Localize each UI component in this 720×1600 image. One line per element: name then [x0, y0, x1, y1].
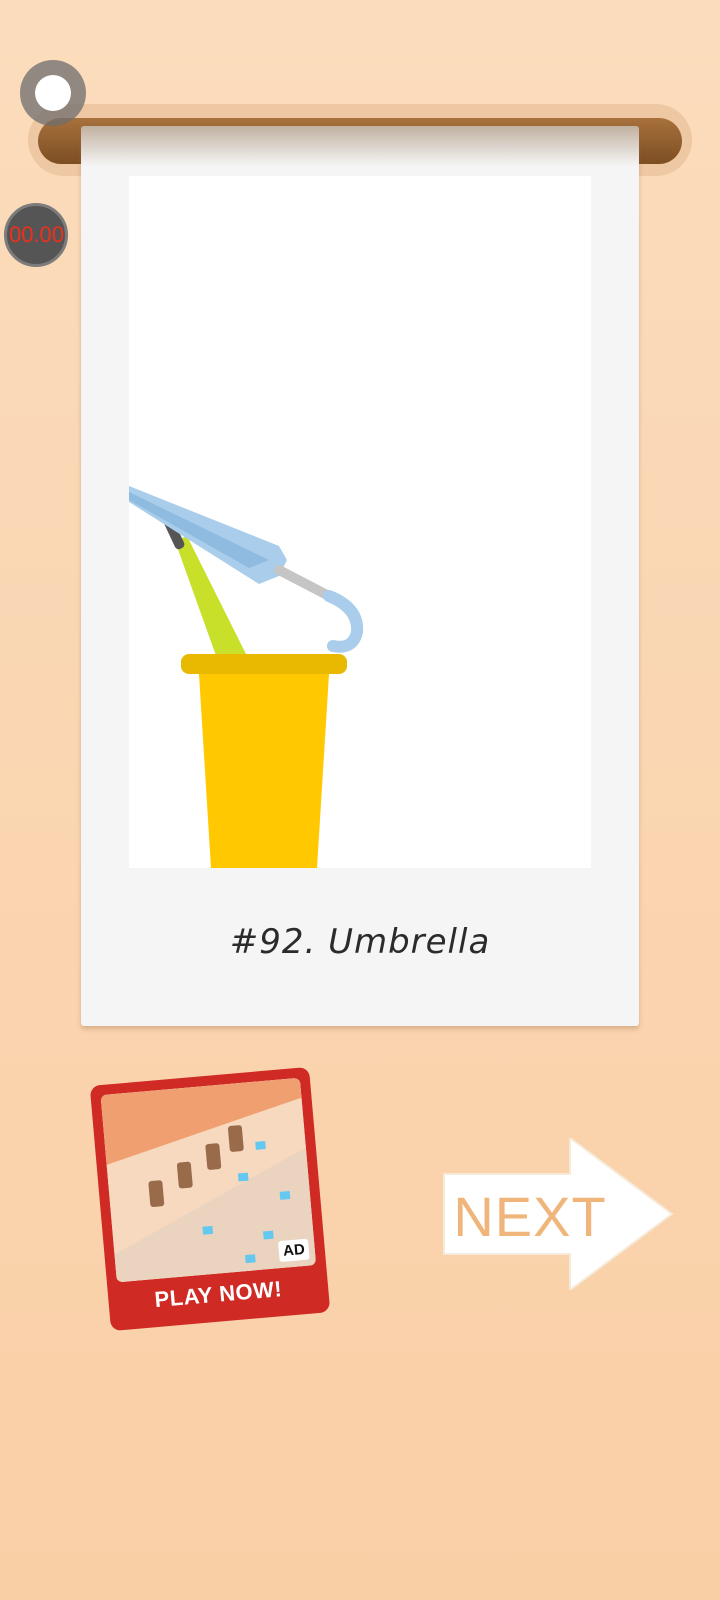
card-shadow [81, 126, 639, 166]
pin-icon [20, 60, 86, 126]
drawing-canvas[interactable] [129, 176, 591, 868]
next-button[interactable]: NEXT [440, 1136, 680, 1292]
drawing-card: #92. Umbrella [81, 126, 639, 1026]
ad-card[interactable]: AD PLAY NOW! [89, 1066, 331, 1332]
umbrella-shaft [274, 565, 334, 601]
umbrella-fold [129, 492, 269, 568]
bin-body [199, 674, 329, 868]
drawing-illustration [129, 486, 364, 868]
pin-dot [35, 75, 71, 111]
next-label: NEXT [453, 1185, 607, 1248]
umbrella-handle [323, 590, 364, 653]
bin-rim [181, 654, 347, 674]
timer-label: 00.00 [8, 223, 64, 247]
ad-image: AD [100, 1077, 317, 1283]
drawing-caption: #92. Umbrella [229, 922, 491, 962]
ad-badge: AD [278, 1238, 310, 1263]
timer-badge: 00.00 [4, 203, 68, 267]
